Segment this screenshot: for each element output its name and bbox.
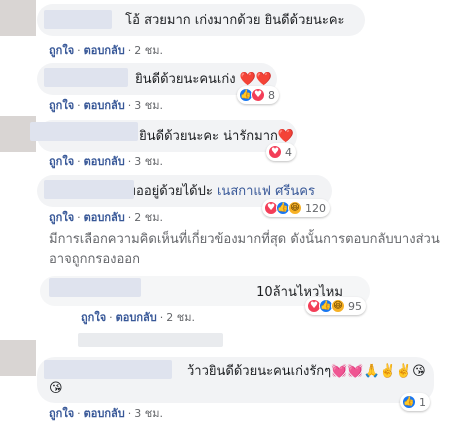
reaction-count: 95 xyxy=(348,299,362,313)
comment-text: ว้าวยินดีด้วยนะคนเก่งรักๆ💓💓🙏✌️✌️😘 xyxy=(187,364,426,379)
love-reaction-icon: ♥ xyxy=(251,88,265,102)
divider xyxy=(78,333,223,347)
reply-link[interactable]: ตอบกลับ xyxy=(84,44,125,57)
reaction-count: 1 xyxy=(419,395,426,409)
comment-time[interactable]: 2 ชม. xyxy=(134,44,163,57)
reaction-summary[interactable]: 👍 1 xyxy=(400,393,430,411)
comment-actions: ถูกใจ · ตอบกลับ · 3 ชม. xyxy=(49,99,163,112)
avatar[interactable] xyxy=(0,0,36,36)
commenter-name[interactable] xyxy=(49,278,141,297)
comment-text: ยินดีด้วยนะคะ น่ารักมาก❤️ xyxy=(139,129,295,144)
comment-time[interactable]: 3 ชม. xyxy=(134,99,163,112)
haha-reaction-icon: 😆 xyxy=(331,299,345,313)
reaction-summary[interactable]: ♥ 👍 😆 95 xyxy=(305,297,366,315)
reply-link[interactable]: ตอบกลับ xyxy=(84,99,125,112)
reply-link[interactable]: ตอบกลับ xyxy=(84,155,125,168)
comment-time[interactable]: 2 ชม. xyxy=(134,211,163,224)
reaction-count: 4 xyxy=(285,145,292,159)
reaction-summary[interactable]: 👍 ♥ 8 xyxy=(237,86,279,104)
reaction-count: 8 xyxy=(268,88,275,102)
like-link[interactable]: ถูกใจ xyxy=(81,311,106,324)
reply-link[interactable]: ตอบกลับ xyxy=(84,211,125,224)
commenter-name[interactable] xyxy=(44,180,134,199)
comment-text: ยินดีด้วยนะคนเก่ง ❤️❤️ xyxy=(135,72,273,87)
reaction-summary[interactable]: ♥ 4 xyxy=(266,143,296,161)
commenter-name[interactable] xyxy=(44,68,128,87)
comment-time[interactable]: 3 ชม. xyxy=(134,407,163,420)
comment-actions: ถูกใจ · ตอบกลับ · 2 ชม. xyxy=(81,311,195,324)
reaction-summary[interactable]: ♥ 👍 😆 120 xyxy=(262,199,330,217)
like-link[interactable]: ถูกใจ xyxy=(49,99,74,112)
reply-link[interactable]: ตอบกลับ xyxy=(116,311,157,324)
commenter-name[interactable] xyxy=(44,360,172,379)
comment-actions: ถูกใจ · ตอบกลับ · 3 ชม. xyxy=(49,407,163,420)
reply-link[interactable]: ตอบกลับ xyxy=(84,407,125,420)
love-reaction-icon: ♥ xyxy=(268,145,282,159)
comment-time[interactable]: 3 ชม. xyxy=(134,155,163,168)
commenter-name[interactable] xyxy=(44,10,112,29)
haha-reaction-icon: 😆 xyxy=(288,201,302,215)
comment-time[interactable]: 2 ชม. xyxy=(166,311,195,324)
comment-actions: ถูกใจ · ตอบกลับ · 2 ชม. xyxy=(49,44,163,57)
comment-text: โอ้ สวยมาก เก่งมากด้วย ยินดีด้วยนะคะ xyxy=(125,13,345,28)
comment-text-line2: 😘 xyxy=(49,381,63,396)
commenter-name[interactable] xyxy=(30,122,138,141)
reaction-count: 120 xyxy=(305,201,326,215)
comment-actions: ถูกใจ · ตอบกลับ · 3 ชม. xyxy=(49,155,163,168)
like-reaction-icon: 👍 xyxy=(402,395,416,409)
comment-text: ขออยู่ด้วยได้ปะ xyxy=(127,184,213,199)
avatar[interactable] xyxy=(0,340,36,376)
like-link[interactable]: ถูกใจ xyxy=(49,407,74,420)
mention-link[interactable]: เนสกาแฟ ศรีนคร xyxy=(217,184,315,199)
like-link[interactable]: ถูกใจ xyxy=(49,155,74,168)
like-link[interactable]: ถูกใจ xyxy=(49,211,74,224)
like-link[interactable]: ถูกใจ xyxy=(49,44,74,57)
filter-notice: มีการเลือกความคิดเห็นที่เกี่ยวข้องมากที่… xyxy=(49,232,440,267)
comment-actions: ถูกใจ · ตอบกลับ · 2 ชม. xyxy=(49,211,163,224)
